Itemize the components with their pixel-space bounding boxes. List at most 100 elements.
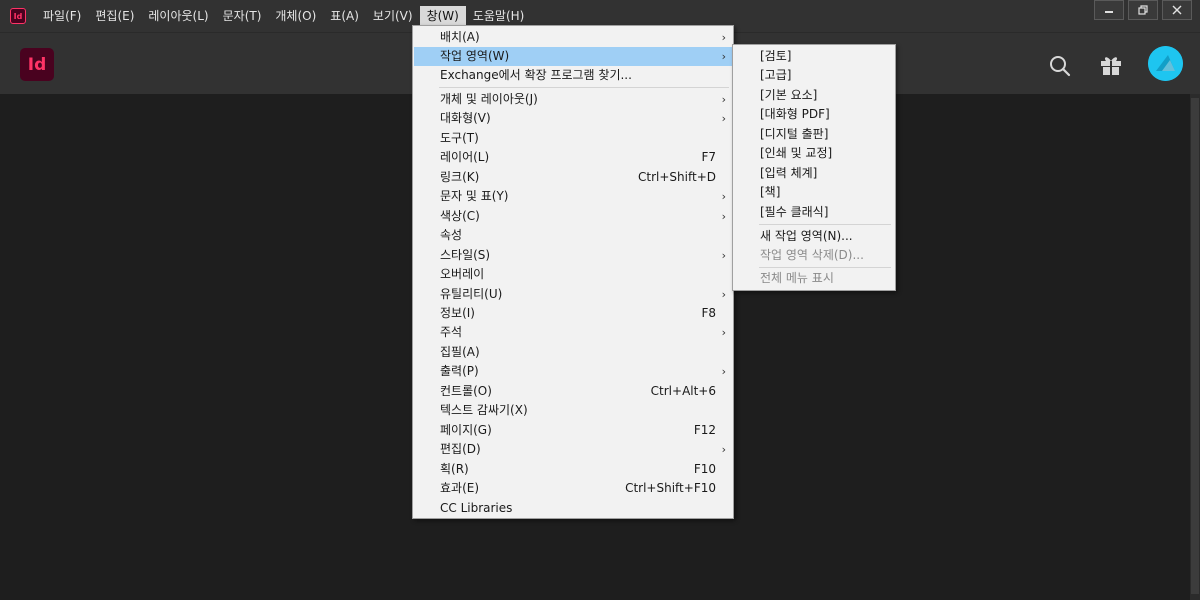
menu-item-authoring[interactable]: 집필(A) <box>414 343 732 362</box>
chevron-right-icon: › <box>721 249 726 262</box>
menu-item-notes[interactable]: 주석 › <box>414 323 732 342</box>
gift-icon[interactable] <box>1099 53 1123 77</box>
menu-item-label: 유틸리티(U) <box>440 287 503 301</box>
menu-item-effects[interactable]: 효과(E) Ctrl+Shift+F10 <box>414 479 732 498</box>
menu-item-label: 색상(C) <box>440 209 480 223</box>
menu-item-color[interactable]: 색상(C) › <box>414 207 732 226</box>
menu-item-type-tables[interactable]: 문자 및 표(Y) › <box>414 187 732 206</box>
menu-item-label: Exchange에서 확장 프로그램 찾기... <box>440 68 632 82</box>
submenu-item-show-full-menus: 전체 메뉴 표시 <box>734 269 894 288</box>
submenu-item-label: 전체 메뉴 표시 <box>760 271 834 285</box>
menu-item-editing[interactable]: 편집(D) › <box>414 440 732 459</box>
menu-item-utilities[interactable]: 유틸리티(U) › <box>414 285 732 304</box>
menu-item-label: 컨트롤(O) <box>440 384 492 398</box>
restore-icon[interactable] <box>1128 0 1158 20</box>
submenu-item-typography[interactable]: [입력 체계] <box>734 164 894 183</box>
menu-item-label: 출력(P) <box>440 364 479 378</box>
menu-separator <box>759 267 891 268</box>
submenu-item-review[interactable]: [검토] <box>734 47 894 66</box>
menu-item-pages[interactable]: 페이지(G) F12 <box>414 421 732 440</box>
vertical-scrollbar[interactable] <box>1190 94 1200 600</box>
menu-item-label: 배치(A) <box>440 30 480 44</box>
submenu-item-printing-proofing[interactable]: [인쇄 및 교정] <box>734 144 894 163</box>
submenu-item-delete-workspace: 작업 영역 삭제(D)... <box>734 246 894 265</box>
menu-item-output[interactable]: 출력(P) › <box>414 362 732 381</box>
scrollbar-thumb[interactable] <box>1191 98 1199 594</box>
submenu-item-interactive-pdf[interactable]: [대화형 PDF] <box>734 105 894 124</box>
menu-table[interactable]: 표(A) <box>323 6 366 26</box>
submenu-item-essentials-classic[interactable]: [필수 클래식] <box>734 203 894 222</box>
menu-item-cc-libraries[interactable]: CC Libraries <box>414 499 732 518</box>
close-icon[interactable] <box>1162 0 1192 20</box>
menu-item-label: 페이지(G) <box>440 423 492 437</box>
menu-item-label: 편집(D) <box>440 442 481 456</box>
menu-item-text-wrap[interactable]: 텍스트 감싸기(X) <box>414 401 732 420</box>
menu-item-label: 주석 <box>440 325 463 339</box>
chevron-right-icon: › <box>721 210 726 223</box>
menu-window[interactable]: 창(W) <box>419 6 466 26</box>
menu-item-control[interactable]: 컨트롤(O) Ctrl+Alt+6 <box>414 382 732 401</box>
submenu-item-label: [검토] <box>760 49 792 63</box>
chevron-right-icon: › <box>721 112 726 125</box>
submenu-item-book[interactable]: [책] <box>734 183 894 202</box>
indesign-logo: Id <box>20 48 54 81</box>
menu-item-tools[interactable]: 도구(T) <box>414 129 732 148</box>
submenu-item-label: [기본 요소] <box>760 88 818 102</box>
menu-item-label: 텍스트 감싸기(X) <box>440 403 528 417</box>
submenu-item-advanced[interactable]: [고급] <box>734 66 894 85</box>
chevron-right-icon: › <box>721 190 726 203</box>
menu-item-info[interactable]: 정보(I) F8 <box>414 304 732 323</box>
menu-item-label: 레이어(L) <box>440 150 490 164</box>
menu-item-label: 대화형(V) <box>440 111 491 125</box>
menu-item-label: 스타일(S) <box>440 248 491 262</box>
menu-item-label: 속성 <box>440 228 463 242</box>
chevron-right-icon: › <box>721 365 726 378</box>
menu-type[interactable]: 문자(T) <box>216 6 269 26</box>
submenu-item-label: [책] <box>760 185 781 199</box>
submenu-item-label: [필수 클래식] <box>760 205 829 219</box>
app-icon: Id <box>10 8 26 24</box>
menu-item-styles[interactable]: 스타일(S) › <box>414 246 732 265</box>
menu-file[interactable]: 파일(F) <box>36 6 88 26</box>
menu-item-label: 링크(K) <box>440 170 480 184</box>
window-controls <box>1090 0 1192 20</box>
menu-item-arrange[interactable]: 배치(A) › <box>414 28 732 47</box>
menu-item-interactive[interactable]: 대화형(V) › <box>414 109 732 128</box>
menu-view[interactable]: 보기(V) <box>366 6 420 26</box>
submenu-item-essentials[interactable]: [기본 요소] <box>734 86 894 105</box>
submenu-item-label: [고급] <box>760 68 792 82</box>
chevron-right-icon: › <box>721 443 726 456</box>
menu-help[interactable]: 도움말(H) <box>466 6 532 26</box>
chevron-right-icon: › <box>721 288 726 301</box>
menu-edit[interactable]: 편집(E) <box>88 6 141 26</box>
menu-item-properties[interactable]: 속성 <box>414 226 732 245</box>
menu-item-stroke[interactable]: 획(R) F10 <box>414 460 732 479</box>
submenu-item-label: [입력 체계] <box>760 166 818 180</box>
menu-item-shortcut: F8 <box>701 306 716 320</box>
menu-object[interactable]: 개체(O) <box>268 6 323 26</box>
minimize-icon[interactable] <box>1094 0 1124 20</box>
menu-item-shortcut: F12 <box>693 423 716 437</box>
menu-item-shortcut: F10 <box>693 462 716 476</box>
menu-item-exchange[interactable]: Exchange에서 확장 프로그램 찾기... <box>414 66 732 85</box>
menu-item-label: 오버레이 <box>440 267 485 281</box>
menu-layout[interactable]: 레이아웃(L) <box>141 6 215 26</box>
menu-item-label: 정보(I) <box>440 306 475 320</box>
menu-item-workspace[interactable]: 작업 영역(W) › <box>414 47 732 66</box>
menu-item-layers[interactable]: 레이어(L) F7 <box>414 148 732 167</box>
avatar[interactable] <box>1148 46 1183 81</box>
menu-item-object-layout[interactable]: 개체 및 레이아웃(J) › <box>414 90 732 109</box>
menu-item-overlay[interactable]: 오버레이 <box>414 265 732 284</box>
submenu-item-digital-publishing[interactable]: [디지털 출판] <box>734 125 894 144</box>
submenu-item-label: [대화형 PDF] <box>760 107 830 121</box>
window-menu-dropdown: 배치(A) › 작업 영역(W) › Exchange에서 확장 프로그램 찾기..… <box>412 25 734 519</box>
menu-separator <box>759 224 891 225</box>
menu-item-links[interactable]: 링크(K) Ctrl+Shift+D <box>414 168 732 187</box>
menu-item-label: 작업 영역(W) <box>440 49 510 63</box>
menu-item-label: 집필(A) <box>440 345 480 359</box>
menu-item-label: 획(R) <box>440 462 469 476</box>
search-icon[interactable] <box>1048 54 1072 78</box>
submenu-item-new-workspace[interactable]: 새 작업 영역(N)... <box>734 227 894 246</box>
submenu-item-label: 작업 영역 삭제(D)... <box>760 248 864 262</box>
submenu-item-label: [디지털 출판] <box>760 127 829 141</box>
